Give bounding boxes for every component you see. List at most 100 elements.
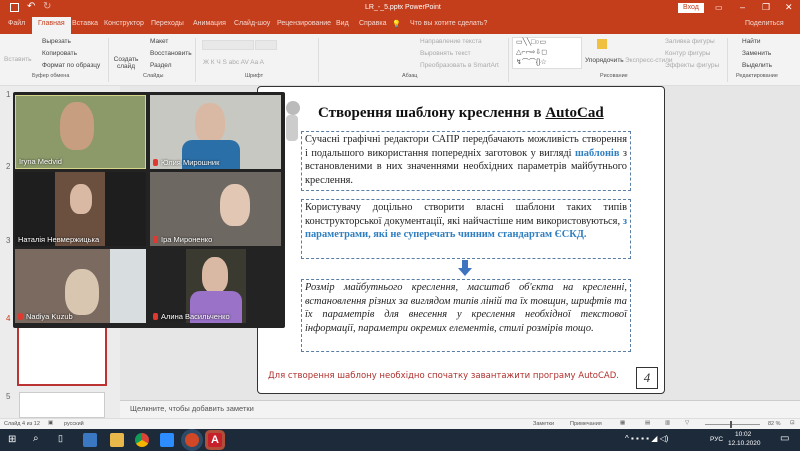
zoom-level[interactable]: 82 % xyxy=(768,421,781,427)
clipboard-group-label: Буфер обмена xyxy=(32,73,70,79)
tab-slideshow[interactable]: Слайд-шоу xyxy=(234,20,270,27)
tab-transitions[interactable]: Переходы xyxy=(151,20,184,27)
status-bar: Слайд 4 из 12 ▣ русский Заметки Примечан… xyxy=(0,418,800,429)
slide-counter: Слайд 4 из 12 xyxy=(4,421,40,427)
windows-start-icon[interactable]: ⊞ xyxy=(8,434,16,445)
normal-view-icon[interactable]: ▦ xyxy=(620,420,625,426)
share-button[interactable]: Поделиться xyxy=(745,20,784,27)
thumbnail-number: 4 xyxy=(6,314,11,323)
select-button[interactable]: Выделить xyxy=(742,62,772,69)
align-text-button[interactable]: Выровнять текст xyxy=(420,50,471,57)
tab-view[interactable]: Вид xyxy=(336,20,349,27)
fit-slide-icon[interactable]: ⊡ xyxy=(790,420,795,426)
taskbar: ⊞ ⌕ ▯ A ^ ▪ ▪ ▪ ▪ ◢ ◁) РУС 10:02 12.10.2… xyxy=(0,429,800,451)
tab-file[interactable]: Файл xyxy=(8,20,25,27)
shape-effects-button[interactable]: Эффекты фигуры xyxy=(665,62,719,69)
shape-fill-button[interactable]: Заливка фигуры xyxy=(665,38,715,45)
participant-name: Юлия Мирошник xyxy=(161,158,220,167)
tab-home[interactable]: Главная xyxy=(32,17,71,34)
text-box-2[interactable]: Користувачу доцільно створити власні шаб… xyxy=(301,199,631,259)
text-box-1[interactable]: Сучасні графічні редактори САПР передбач… xyxy=(301,131,631,191)
shapes-gallery[interactable]: ▭╲╲□○▭ △⌐⌐⇨⇩◻ ↯⌒⌒{}☆ xyxy=(512,37,582,69)
close-icon[interactable]: ✕ xyxy=(785,2,793,13)
text-box-3[interactable]: Розмір майбутнього креслення, масштаб об… xyxy=(301,279,631,352)
slide-canvas[interactable]: Створення шаблону креслення в AutoCad Су… xyxy=(257,86,665,394)
font-name-dropdown[interactable] xyxy=(202,40,254,50)
find-button[interactable]: Найти xyxy=(742,38,761,45)
shape-outline-button[interactable]: Контур фигуры xyxy=(665,50,710,57)
zoom-app-icon[interactable] xyxy=(160,433,174,447)
undo-icon[interactable]: ↶ xyxy=(27,1,35,12)
format-painter-button[interactable]: Формат по образцу xyxy=(42,62,100,69)
ribbon-display-icon[interactable]: ▭ xyxy=(715,3,723,12)
slide-page-number: 4 xyxy=(636,367,658,389)
notifications-icon[interactable]: ▭ xyxy=(780,433,789,444)
section-button[interactable]: Раздел xyxy=(150,62,171,69)
clock-date[interactable]: 12.10.2020 xyxy=(728,440,761,447)
input-language[interactable]: РУС xyxy=(710,436,723,443)
task-view-icon[interactable]: ▯ xyxy=(58,433,63,444)
file-explorer-icon[interactable] xyxy=(110,433,124,447)
notes-toggle[interactable]: Заметки xyxy=(533,421,554,427)
thumbnail-number: 1 xyxy=(6,90,11,99)
powerpoint-icon[interactable] xyxy=(185,433,199,447)
layout-button[interactable]: Макет xyxy=(150,38,168,45)
reset-button[interactable]: Восстановить xyxy=(150,50,192,57)
video-tile[interactable]: Алина Васильченко xyxy=(150,249,281,323)
font-group-label: Шрифт xyxy=(245,73,264,79)
clock-time[interactable]: 10:02 xyxy=(735,431,751,438)
replace-button[interactable]: Заменить xyxy=(742,50,771,57)
video-tile[interactable]: Іра Мироненко xyxy=(150,172,281,246)
redo-icon[interactable]: ↻ xyxy=(43,1,51,12)
lightbulb-icon: 💡 xyxy=(392,21,401,28)
tab-review[interactable]: Рецензирование xyxy=(277,20,331,27)
tell-me-input[interactable]: Что вы хотите сделать? xyxy=(410,20,487,27)
arrange-icon xyxy=(597,39,607,49)
copy-button[interactable]: Копировать xyxy=(42,50,77,57)
maximize-icon[interactable]: ❐ xyxy=(762,2,770,13)
zoom-slider[interactable] xyxy=(705,421,760,428)
search-icon[interactable]: ⌕ xyxy=(33,433,39,444)
video-tile[interactable]: Iryna Medvid xyxy=(15,95,146,169)
zoom-slider-thumb[interactable] xyxy=(729,421,732,428)
reading-view-icon[interactable]: ▥ xyxy=(665,420,670,426)
language-indicator[interactable]: русский xyxy=(64,421,84,427)
sign-in-button[interactable]: Вход xyxy=(678,3,704,13)
video-tile[interactable]: Наталія Невмержицька xyxy=(15,172,146,246)
down-arrow-icon xyxy=(458,260,472,276)
tray-icons[interactable]: ^ ▪ ▪ ▪ ▪ ◢ ◁) xyxy=(625,434,668,443)
slides-group-label: Слайды xyxy=(143,73,164,79)
spellcheck-icon[interactable]: ▣ xyxy=(48,420,53,426)
text-direction-button[interactable]: Направление текста xyxy=(420,38,482,45)
sorter-view-icon[interactable]: ▤ xyxy=(645,420,650,426)
video-call-gallery[interactable]: Iryna Medvid Юлия Мирошник Наталія Невме… xyxy=(13,92,285,328)
title-separator: - xyxy=(398,4,401,11)
comments-toggle[interactable]: Примечания xyxy=(570,421,602,427)
new-slide-button[interactable]: Создать слайд xyxy=(113,56,139,70)
chrome-icon[interactable] xyxy=(135,433,149,447)
tab-animations[interactable]: Анимация xyxy=(193,20,226,27)
slide-title[interactable]: Створення шаблону креслення в AutoCad xyxy=(318,105,604,122)
paste-button[interactable]: Вставить xyxy=(4,56,32,63)
video-tile[interactable]: Юлия Мирошник xyxy=(150,95,281,169)
slide-thumbnail-5[interactable] xyxy=(19,392,105,418)
notes-input[interactable]: Щелкните, чтобы добавить заметки xyxy=(120,400,800,418)
arrange-button[interactable]: Упорядочить xyxy=(585,57,624,64)
autocad-icon[interactable]: A xyxy=(208,433,222,447)
cut-button[interactable]: Вырезать xyxy=(42,38,71,45)
slideshow-view-icon[interactable]: ▽ xyxy=(685,420,689,426)
minimize-icon[interactable]: – xyxy=(740,2,745,12)
ribbon: Вставить Вырезать Копировать Формат по о… xyxy=(0,34,800,86)
tab-help[interactable]: Справка xyxy=(359,20,386,27)
tab-design[interactable]: Конструктор xyxy=(104,20,144,27)
video-tile[interactable]: Nadiya Kuzub xyxy=(15,249,146,323)
tab-insert[interactable]: Вставка xyxy=(72,20,98,27)
font-size-dropdown[interactable] xyxy=(255,40,277,50)
slide-thumbnail-4[interactable] xyxy=(17,324,107,386)
font-format-buttons[interactable]: Ж К Ч S abc AV Aa A xyxy=(203,59,264,66)
app-name: PowerPoint xyxy=(405,4,441,11)
file-icon[interactable] xyxy=(83,433,97,447)
smartart-button[interactable]: Преобразовать в SmartArt xyxy=(420,62,499,69)
save-icon[interactable] xyxy=(10,3,19,12)
participant-name: Наталія Невмержицька xyxy=(18,235,100,244)
